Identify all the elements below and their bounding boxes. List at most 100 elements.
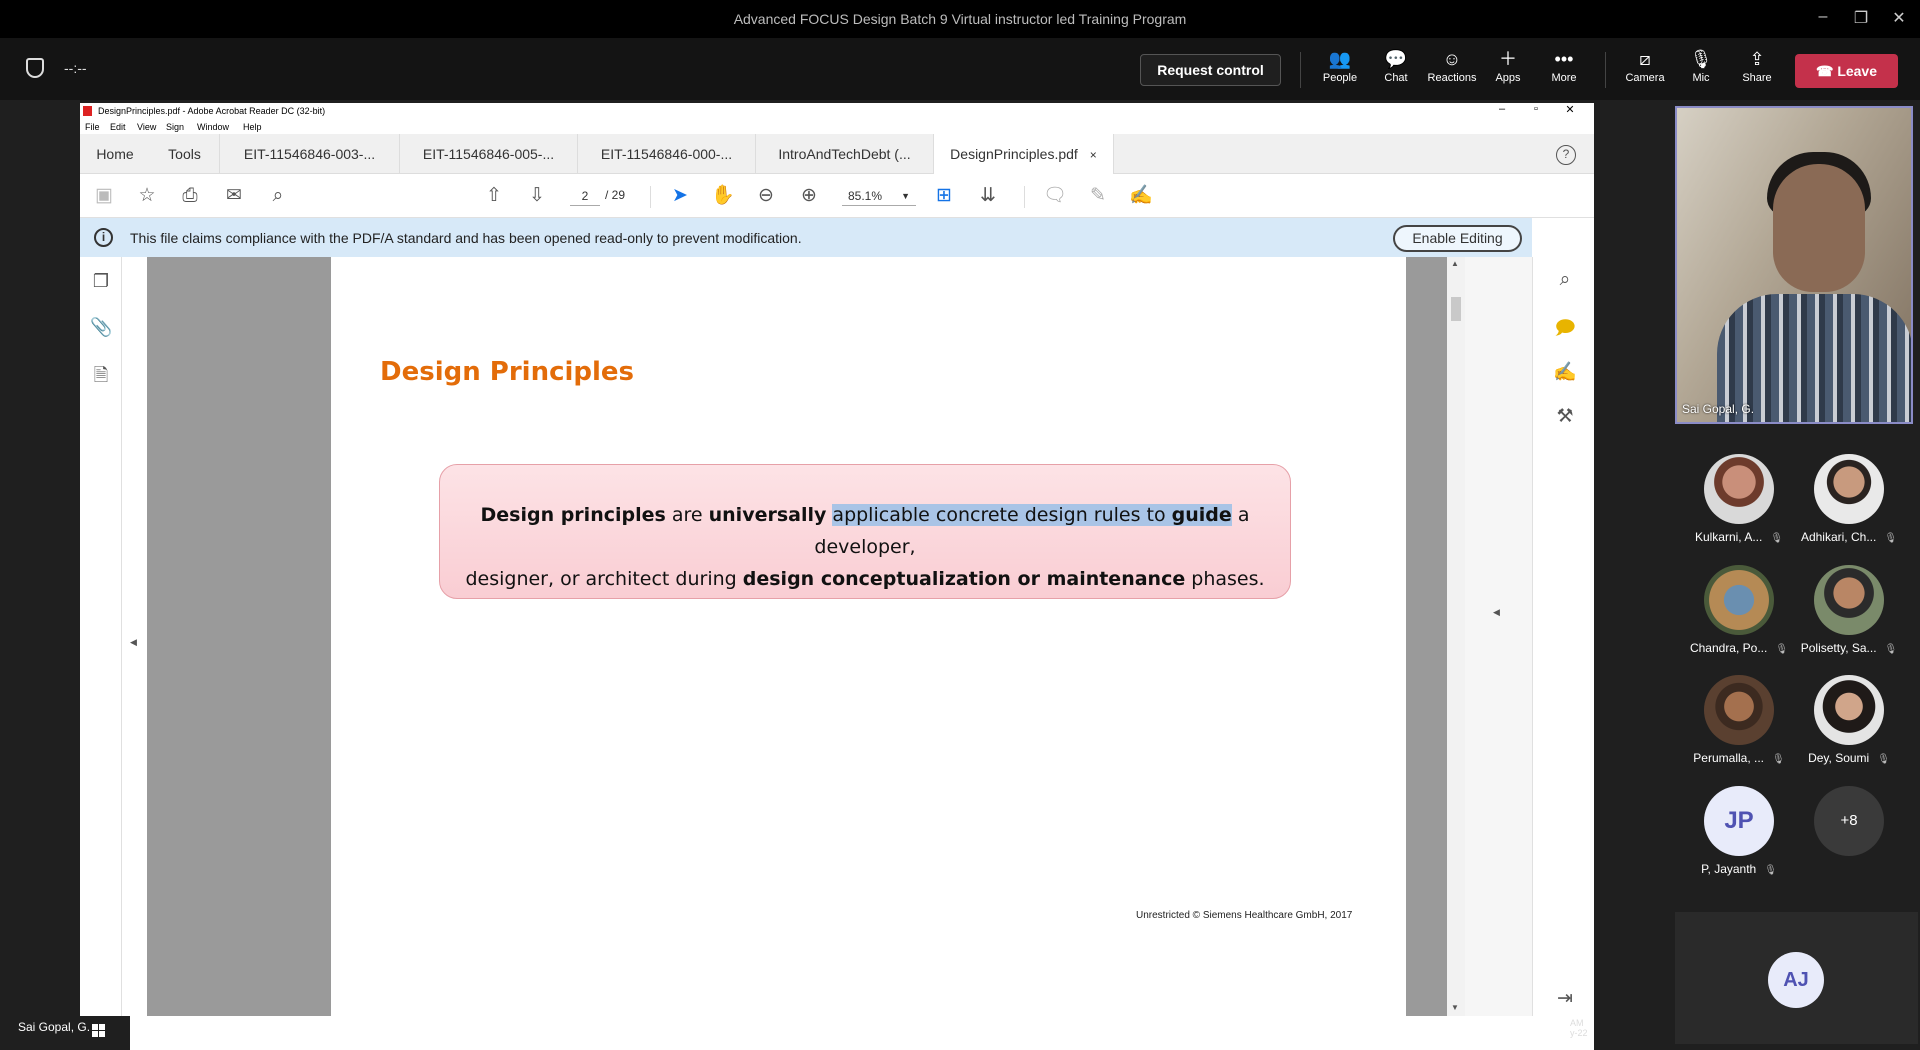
tab-document[interactable]: EIT-11546846-003-...: [220, 134, 400, 174]
more-icon: •••: [1554, 49, 1574, 69]
bookmark-star-icon[interactable]: ☆: [135, 184, 159, 208]
participant-name: P, Jayanth: [1701, 862, 1757, 876]
acrobat-window: DesignPrinciples.pdf - Adobe Acrobat Rea…: [80, 103, 1594, 1016]
camera-label: Camera: [1625, 72, 1665, 84]
menu-window[interactable]: Window: [197, 122, 229, 132]
avatar: [1814, 454, 1884, 524]
participant-tile[interactable]: Polisetty, Sa... 🎙: [1799, 565, 1899, 661]
participant-tile[interactable]: Adhikari, Ch... 🎙: [1799, 454, 1899, 550]
more-button[interactable]: ••• More: [1536, 46, 1592, 94]
collapse-handle[interactable]: ◀: [122, 257, 147, 1016]
enable-editing-button[interactable]: Enable Editing: [1393, 225, 1522, 252]
people-label: People: [1322, 72, 1358, 84]
participant-tile-aj[interactable]: AJ: [1675, 912, 1918, 1044]
email-icon[interactable]: ✉: [222, 184, 246, 208]
document-viewport[interactable]: ◀ Design Principles Design principles ar…: [122, 257, 1489, 1016]
select-cursor-icon[interactable]: ➤: [668, 184, 692, 208]
people-icon: 👥: [1328, 49, 1352, 69]
close-tab-icon[interactable]: ×: [1090, 148, 1097, 162]
presenter-video-tile[interactable]: Sai Gopal, G.: [1675, 106, 1913, 424]
minimize-icon[interactable]: –: [1492, 103, 1512, 115]
tab-document[interactable]: IntroAndTechDebt (...: [756, 134, 934, 174]
share-button[interactable]: ⇪ Share: [1729, 46, 1785, 94]
restore-icon[interactable]: ❐: [1846, 8, 1876, 30]
page-title: Design Principles: [380, 357, 635, 387]
reactions-button[interactable]: ☺ Reactions: [1424, 46, 1480, 94]
request-control-button[interactable]: Request control: [1140, 54, 1281, 86]
document-properties-icon[interactable]: 🗎: [90, 363, 112, 385]
help-icon[interactable]: ?: [1556, 145, 1576, 165]
close-icon[interactable]: ✕: [1884, 8, 1914, 30]
mic-button[interactable]: 🎙 Mic: [1673, 46, 1729, 94]
previous-page-icon[interactable]: ⇧: [482, 184, 506, 208]
save-icon[interactable]: ▣: [92, 184, 116, 208]
tab-tools[interactable]: Tools: [150, 134, 220, 174]
tab-document[interactable]: EIT-11546846-005-...: [400, 134, 578, 174]
vertical-scrollbar[interactable]: ▲ ▼: [1447, 257, 1465, 1016]
windows-start-icon[interactable]: [92, 1024, 106, 1038]
tab-home[interactable]: Home: [80, 134, 150, 174]
scroll-up-icon[interactable]: ▲: [1451, 259, 1459, 268]
comment-tool-icon[interactable]: 🗩: [1553, 314, 1577, 339]
scrollbar-thumb[interactable]: [1451, 297, 1461, 321]
definition-box: Design principles are universally applic…: [439, 464, 1291, 599]
print-icon[interactable]: ⎙: [178, 184, 202, 208]
participant-tile[interactable]: JP P, Jayanth 🎙: [1689, 786, 1789, 882]
text-span: are: [665, 504, 709, 526]
comment-icon[interactable]: 🗨: [1043, 184, 1067, 208]
plus-icon: ＋: [1499, 49, 1517, 69]
shield-icon: [26, 58, 44, 78]
menu-sign[interactable]: Sign: [166, 122, 184, 132]
attachment-icon[interactable]: 📎: [90, 317, 112, 339]
page-fit-icon[interactable]: ⊞: [932, 184, 956, 208]
menu-edit[interactable]: Edit: [110, 122, 126, 132]
leave-button[interactable]: ☎ Leave: [1795, 54, 1898, 88]
participant-name: Kulkarni, A...: [1694, 530, 1763, 544]
hand-tool-icon[interactable]: ✋: [711, 184, 735, 208]
menu-file[interactable]: File: [85, 122, 100, 132]
participant-tile[interactable]: Kulkarni, A... 🎙: [1689, 454, 1789, 550]
mic-off-icon: 🎙: [1877, 754, 1890, 765]
page-number-input[interactable]: 2: [570, 186, 600, 206]
page-thumbnails-icon[interactable]: ❐: [90, 271, 112, 293]
clock-date: y-22: [1570, 1028, 1588, 1038]
fill-sign-icon[interactable]: ✍: [1553, 360, 1577, 384]
expand-pane-icon[interactable]: ⇥: [1553, 987, 1577, 1011]
zoom-select[interactable]: 85.1% ▼: [842, 186, 916, 206]
term-design-conceptualization: design conceptualization or maintenance: [742, 568, 1186, 590]
apps-button[interactable]: ＋ Apps: [1480, 46, 1536, 94]
tab-document[interactable]: EIT-11546846-000-...: [578, 134, 756, 174]
page-total: / 29: [605, 188, 626, 202]
camera-button[interactable]: ⧄ Camera: [1617, 46, 1673, 94]
search-icon[interactable]: ⌕: [266, 184, 290, 208]
zoom-out-icon[interactable]: ⊖: [754, 184, 778, 208]
chevron-left-icon: ◀: [130, 637, 137, 647]
people-button[interactable]: 👥 People: [1312, 46, 1368, 94]
more-tools-icon[interactable]: ⚒: [1553, 405, 1577, 429]
minimize-icon[interactable]: –: [1808, 8, 1838, 30]
participant-tile[interactable]: Chandra, Po... 🎙: [1689, 565, 1789, 661]
sign-icon[interactable]: ✍: [1129, 184, 1153, 208]
chevron-left-icon[interactable]: ◀: [1493, 607, 1500, 618]
menu-view[interactable]: View: [137, 122, 156, 132]
selected-text: applicable concrete design rules to: [832, 504, 1172, 526]
more-participants-button[interactable]: +8: [1799, 786, 1899, 882]
pdf-page: Design Principles Design principles are …: [331, 257, 1406, 1016]
menu-help[interactable]: Help: [243, 122, 262, 132]
highlight-pen-icon[interactable]: ✎: [1086, 184, 1110, 208]
scroll-down-icon[interactable]: ▼: [1451, 1003, 1459, 1012]
participant-tile[interactable]: Dey, Soumi 🎙: [1799, 675, 1899, 771]
zoom-tool-icon[interactable]: ⌕: [1553, 269, 1577, 293]
restore-icon[interactable]: ▫: [1526, 103, 1546, 115]
definition-text[interactable]: Design principles are universally applic…: [440, 499, 1290, 595]
close-icon[interactable]: ✕: [1560, 103, 1580, 116]
scroll-mode-icon[interactable]: ⇊: [976, 184, 1000, 208]
avatar-initials: AJ: [1768, 952, 1824, 1008]
apps-label: Apps: [1495, 72, 1521, 84]
zoom-in-icon[interactable]: ⊕: [797, 184, 821, 208]
tab-design-principles[interactable]: DesignPrinciples.pdf ×: [934, 134, 1114, 174]
text-span: phases.: [1185, 568, 1265, 590]
participant-tile[interactable]: Perumalla, ... 🎙: [1689, 675, 1789, 771]
next-page-icon[interactable]: ⇩: [525, 184, 549, 208]
chat-button[interactable]: 💬 Chat: [1368, 46, 1424, 94]
